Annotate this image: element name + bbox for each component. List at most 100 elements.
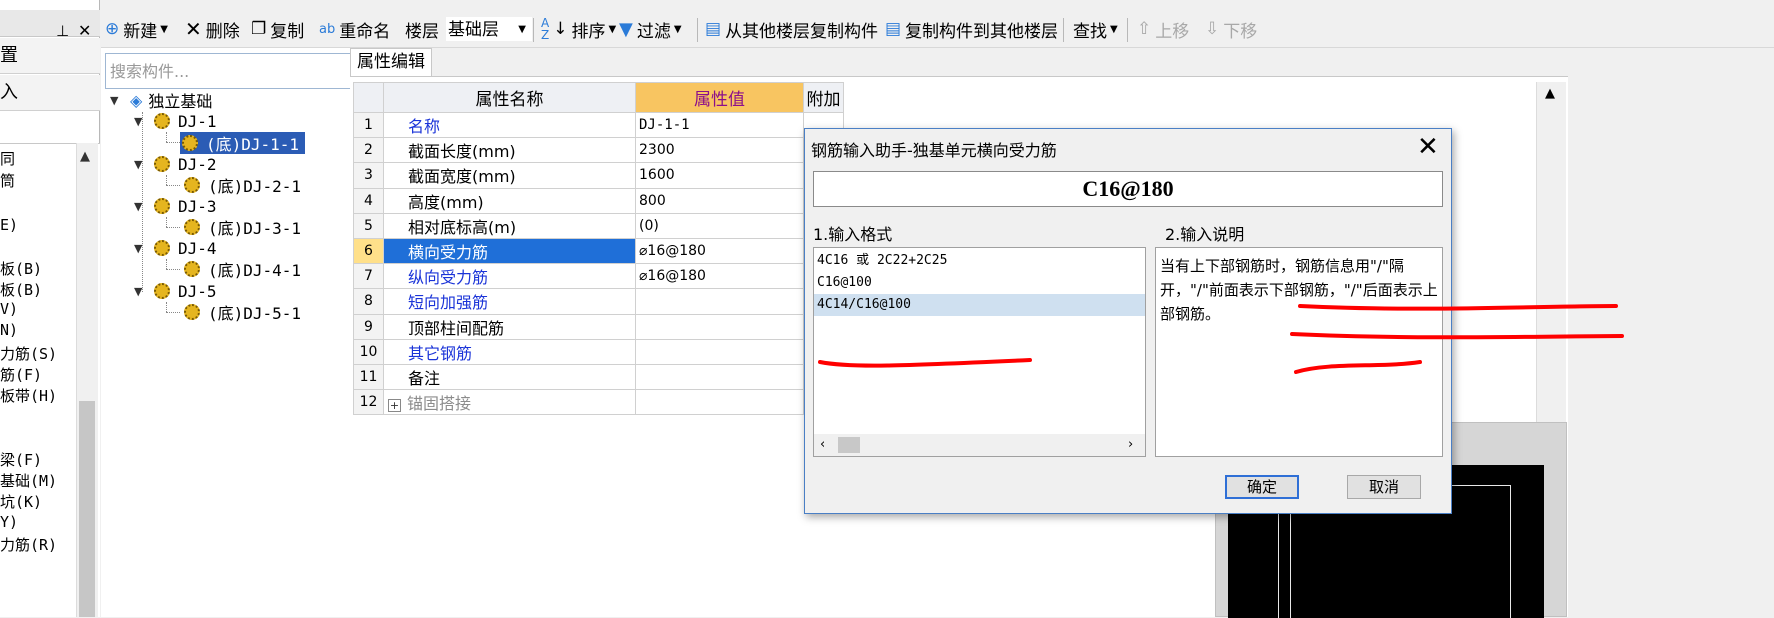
left-panel-item[interactable]: 入 — [0, 75, 100, 111]
tree-item-dj1-1[interactable]: (底)DJ-1-1 — [180, 132, 306, 154]
tree-group-dj4[interactable]: ▼ DJ-4 — [134, 237, 217, 259]
copy-from-other-floor-button[interactable]: ▤ 从其他楼层复制构件 — [705, 10, 878, 48]
rebar-input-field[interactable]: C16@180 — [813, 171, 1443, 207]
new-button[interactable]: ⊕ 新建 ▼ — [105, 10, 168, 48]
tree-item-dj4-1[interactable]: (底)DJ-4-1 — [184, 258, 301, 280]
column-header-value[interactable]: 属性值 — [635, 82, 804, 113]
property-value[interactable]: (0) — [635, 212, 804, 239]
table-row[interactable]: 3 截面宽度(mm) 1600 — [353, 162, 844, 189]
tree-group-dj3[interactable]: ▼ DJ-3 — [134, 195, 217, 217]
expand-icon[interactable]: + — [388, 399, 401, 413]
table-row[interactable]: 1 名称 DJ-1-1 — [353, 111, 844, 139]
delete-button[interactable]: ✕ 删除 — [185, 10, 240, 48]
close-icon[interactable]: ✕ — [1417, 133, 1439, 161]
move-down-button[interactable]: ⇩ 下移 — [1205, 10, 1257, 48]
rename-button[interactable]: ab 重命名 — [319, 10, 390, 48]
tree-item-dj5-1[interactable]: (底)DJ-5-1 — [184, 301, 301, 323]
list-item[interactable]: 力筋(S) — [0, 343, 57, 364]
property-name[interactable]: 横向受力筋 — [383, 237, 636, 265]
property-name[interactable]: 其它钢筋 — [383, 338, 636, 365]
property-value[interactable]: 800 — [635, 187, 804, 214]
move-up-button[interactable]: ⇧ 上移 — [1137, 10, 1189, 48]
table-row[interactable]: 10 其它钢筋 — [353, 338, 844, 365]
property-value[interactable]: ⌀16@180 — [635, 237, 804, 265]
tree-group-dj5[interactable]: ▼ DJ-5 — [134, 280, 217, 302]
list-item[interactable]: E) — [0, 216, 18, 234]
sort-button[interactable]: AZ ↓ 排序 ▼ — [541, 10, 616, 48]
table-row-selected[interactable]: 6 横向受力筋 ⌀16@180 — [353, 237, 844, 265]
property-name[interactable]: 名称 — [383, 111, 636, 139]
list-item[interactable]: 力筋(R) — [0, 534, 57, 555]
chevron-up-icon[interactable]: ▲ — [1545, 86, 1555, 101]
format-item[interactable]: 4C16 或 2C22+2C25 — [814, 250, 1145, 272]
property-value[interactable]: 2300 — [635, 137, 804, 164]
table-row[interactable]: 4 高度(mm) 800 — [353, 187, 844, 214]
table-row[interactable]: 9 顶部柱间配筋 — [353, 313, 844, 340]
property-value[interactable]: ⌀16@180 — [635, 263, 804, 290]
table-row[interactable]: 8 短向加强筋 — [353, 288, 844, 315]
list-item[interactable]: 筋(F) — [0, 364, 42, 385]
list-item[interactable]: Y) — [0, 513, 18, 531]
collapse-icon[interactable]: ▼ — [134, 242, 148, 255]
list-item[interactable]: V) — [0, 300, 18, 318]
copy-button[interactable]: ❐ 复制 — [251, 10, 304, 48]
collapse-icon[interactable]: ▼ — [134, 200, 148, 213]
collapse-icon[interactable]: ▼ — [110, 94, 124, 107]
list-item[interactable]: 板(B) — [0, 258, 42, 279]
property-name[interactable]: 截面宽度(mm) — [383, 162, 636, 189]
property-value[interactable] — [635, 363, 804, 391]
list-item[interactable]: 梁(F) — [0, 449, 42, 470]
property-name[interactable]: 截面长度(mm) — [383, 137, 636, 164]
list-item[interactable]: 筒 — [0, 170, 15, 191]
tree-item-dj3-1[interactable]: (底)DJ-3-1 — [184, 216, 301, 238]
property-value[interactable]: DJ-1-1 — [635, 111, 804, 139]
list-item[interactable]: 基础(M) — [0, 470, 57, 491]
format-item-selected[interactable]: 4C14/C16@100 — [814, 294, 1145, 316]
scrollbar-thumb[interactable] — [79, 401, 95, 617]
property-value[interactable]: 1600 — [635, 162, 804, 189]
left-panel-item[interactable]: 置 — [0, 38, 100, 74]
property-name[interactable]: 纵向受力筋 — [383, 263, 636, 290]
left-panel-scrollbar[interactable]: ▲ — [76, 143, 98, 617]
filter-button[interactable]: ▼ 过滤 ▼ — [619, 10, 682, 48]
list-item[interactable]: 板(B) — [0, 279, 42, 300]
chevron-up-icon[interactable]: ▲ — [80, 149, 90, 164]
property-name-expandable[interactable]: + 锚固搭接 — [383, 389, 636, 416]
property-name[interactable]: 高度(mm) — [383, 187, 636, 214]
collapse-icon[interactable]: ▼ — [134, 158, 148, 171]
search-input[interactable] — [106, 54, 346, 88]
column-header-extra[interactable]: 附加 — [803, 82, 844, 113]
property-name[interactable]: 顶部柱间配筋 — [383, 313, 636, 340]
tree-item-selected[interactable]: (底)DJ-1-1 — [180, 132, 306, 154]
table-row[interactable]: 11 备注 — [353, 363, 844, 391]
list-item[interactable]: N) — [0, 321, 18, 339]
copy-to-other-floor-button[interactable]: ▤ 复制构件到其他楼层 — [885, 10, 1058, 48]
table-row[interactable]: 7 纵向受力筋 ⌀16@180 — [353, 263, 844, 290]
property-name[interactable]: 备注 — [383, 363, 636, 391]
chevron-left-icon[interactable]: ‹ — [820, 437, 825, 452]
table-row[interactable]: 12 + 锚固搭接 — [353, 389, 844, 416]
table-row[interactable]: 5 相对底标高(m) (0) — [353, 212, 844, 239]
collapse-icon[interactable]: ▼ — [134, 115, 148, 128]
tab-property-edit[interactable]: 属性编辑 — [350, 48, 432, 76]
property-value[interactable] — [635, 288, 804, 315]
property-name[interactable]: 短向加强筋 — [383, 288, 636, 315]
cancel-button[interactable]: 取消 — [1347, 475, 1421, 499]
list-item[interactable]: 板带(H) — [0, 385, 57, 406]
tree-group-dj2[interactable]: ▼ DJ-2 — [134, 153, 217, 175]
scrollbar-thumb[interactable] — [838, 437, 860, 453]
collapse-icon[interactable]: ▼ — [134, 285, 148, 298]
property-value[interactable] — [635, 389, 804, 416]
format-item[interactable]: C16@100 — [814, 272, 1145, 294]
column-header-name[interactable]: 属性名称 — [383, 82, 636, 113]
format-list-scrollbar[interactable]: ‹ › — [814, 434, 1145, 456]
table-row[interactable]: 2 截面长度(mm) 2300 — [353, 137, 844, 164]
find-button[interactable]: 查找 ▼ — [1073, 10, 1118, 48]
property-value[interactable] — [635, 313, 804, 340]
list-item[interactable]: 坑(K) — [0, 491, 42, 512]
property-value[interactable] — [635, 338, 804, 365]
tree-group-dj1[interactable]: ▼ DJ-1 — [134, 110, 217, 132]
property-name[interactable]: 相对底标高(m) — [383, 212, 636, 239]
tree-item-dj2-1[interactable]: (底)DJ-2-1 — [184, 174, 301, 196]
ok-button[interactable]: 确定 — [1225, 475, 1299, 499]
